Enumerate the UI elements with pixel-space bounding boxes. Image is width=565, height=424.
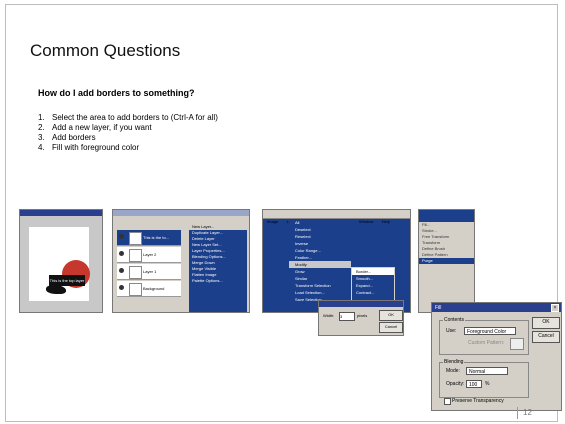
menubar-item[interactable]: Help [382,219,390,224]
menu-item[interactable]: Smooth... [352,275,394,282]
menu-item[interactable]: Purge [419,258,474,264]
menu-item[interactable]: Load Selection... [289,289,351,296]
eye-icon[interactable] [119,285,124,290]
menu-item[interactable]: All [289,219,351,226]
dialog-titlebar [319,301,403,307]
pattern-swatch[interactable] [510,338,524,350]
blending-label: Blending [443,359,465,365]
layers-context-menu: New Layer... Duplicate Layer... Delete L… [189,224,247,312]
layer-thumbnail [129,283,142,296]
slide-title: Common Questions [30,41,181,60]
fill-dialog: Fill × Contents Use: Foreground Color Cu… [431,302,562,411]
menu-item[interactable]: Contract... [352,289,394,296]
menu-item[interactable]: Similar [289,275,351,282]
edit-menu: Fill... Stroke... Free Transform Transfo… [419,222,474,264]
cancel-button[interactable]: Cancel [532,331,560,343]
menu-item[interactable]: Reselect [289,233,351,240]
layer-row[interactable]: Background [117,281,181,297]
image-canvas: This is the top layer [29,227,90,301]
menubar-item[interactable]: Image [267,219,278,224]
layer-thumbnail [129,232,142,245]
screenshot-layers-palette: This is the to... Layer 2 Layer 1 Backgr… [112,209,250,313]
page-number: 12 [517,407,532,419]
menubar-item[interactable]: Window [359,219,373,224]
ok-button[interactable]: OK [532,317,560,329]
menu-item[interactable]: Deselect [289,226,351,233]
step-item: 2. Add a new layer, if you want [38,123,152,132]
menu-item[interactable]: Feather... [289,254,351,261]
preserve-transparency-label: Preserve Transparency [452,398,504,404]
layer-row[interactable]: This is the to... [117,230,181,246]
menu-item[interactable]: Transform Selection [289,282,351,289]
menu-item-border[interactable]: Border... [352,268,394,275]
step-item: 1. Select the area to add borders to (Ctr… [38,113,218,122]
opacity-label: Opacity: [446,381,465,387]
eye-icon[interactable] [119,234,124,239]
step-item: 4. Fill with foreground color [38,143,140,152]
dialog-titlebar: Fill × [432,303,561,312]
steps-list: 1. Select the area to add borders to (Ctr… [38,113,218,153]
eye-icon[interactable] [119,251,124,256]
layer-thumbnail [129,266,142,279]
layer-row[interactable]: Layer 1 [117,264,181,280]
ok-button[interactable]: OK [379,310,403,321]
window-titlebar [20,210,102,216]
layer-row[interactable]: Layer 2 [117,247,181,263]
menu-item[interactable]: Expand... [352,282,394,289]
layer-thumbnail [129,249,142,262]
mode-select[interactable]: Normal [466,367,508,375]
use-select[interactable]: Foreground Color [464,327,516,335]
select-dropdown: All Deselect Reselect Inverse Color Rang… [289,219,351,312]
screenshot-canvas: This is the top layer [19,209,103,313]
screenshot-edit-menu: Fill... Stroke... Free Transform Transfo… [418,209,475,313]
menu-item-modify[interactable]: Modify [289,261,351,268]
opacity-input[interactable]: 100 [466,380,482,388]
layers-panel: This is the to... Layer 2 Layer 1 Backgr… [113,216,185,312]
use-label: Use: [446,328,457,334]
step-item: 3. Add borders [38,133,96,142]
close-icon[interactable]: × [551,303,559,312]
dialog-title: Fill [435,304,442,311]
window-titlebar [419,210,474,222]
border-dialog: Width: 3 pixels OK Cancel [318,300,404,336]
width-input[interactable]: 3 [339,312,355,321]
mode-label: Mode: [446,368,460,374]
percent-label: % [485,381,490,387]
eye-icon[interactable] [119,268,124,273]
menu-item[interactable]: Palette Options... [189,278,247,284]
cancel-button[interactable]: Cancel [379,322,403,333]
pattern-label: Custom Pattern: [468,340,505,346]
width-label: Width: [323,313,335,318]
black-blob-shape [46,285,66,294]
screenshot-select-menu: Image Layer Select Filter View Window He… [262,209,411,313]
question-heading: How do I add borders to something? [38,88,195,98]
contents-label: Contents [443,317,466,323]
menu-item[interactable]: Inverse [289,240,351,247]
unit-label: pixels [357,313,368,318]
menu-item[interactable]: Grow [289,268,351,275]
menu-item[interactable]: Color Range... [289,247,351,254]
menu-bar: Image Layer Select Filter View Window He… [263,210,410,224]
preserve-transparency-checkbox[interactable] [444,398,451,405]
